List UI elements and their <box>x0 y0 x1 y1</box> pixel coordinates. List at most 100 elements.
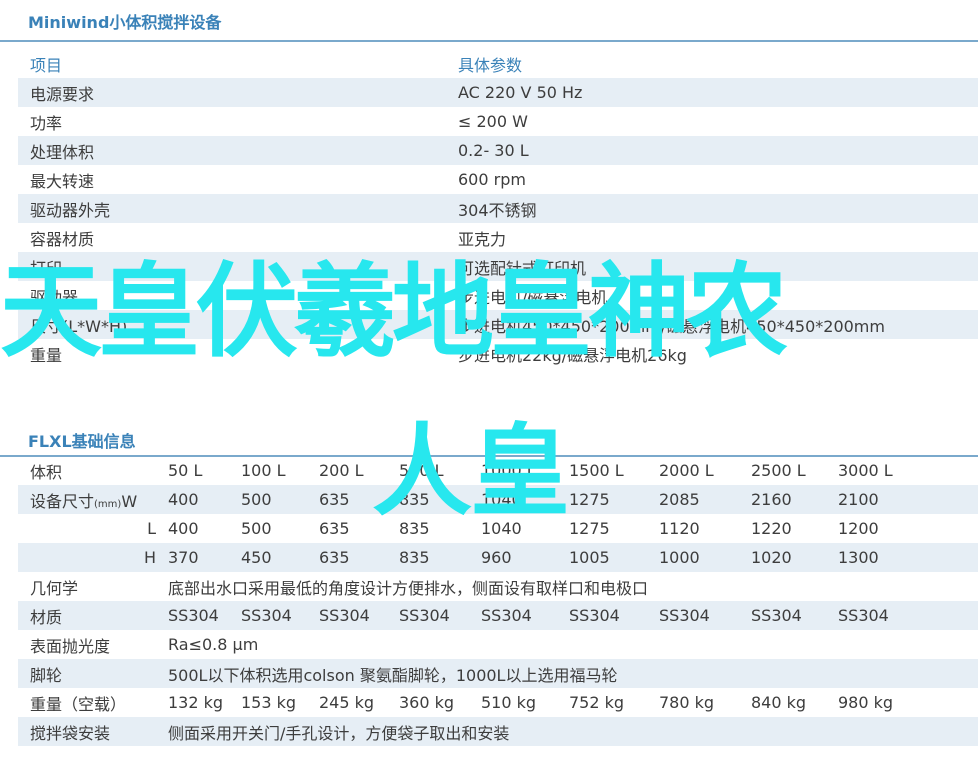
param-value: 步进电机/磁悬浮电机 <box>458 287 608 307</box>
value-cell: 50 L <box>168 461 203 480</box>
value-cell: 100 L <box>241 461 286 480</box>
wheel-row: 脚轮 500L以下体积选用colson 聚氨酯脚轮，1000L以上选用福马轮 <box>18 659 978 688</box>
row-text: 侧面采用开关门/手孔设计，方便袋子取出和安装 <box>168 717 978 746</box>
weight-row: 重量（空载） 132 kg 153 kg 245 kg 360 kg 510 kg 752 … <box>18 688 978 717</box>
spec-table-2: 体积 50 L 100 L 200 L 500 L 1000 L 1500 L 2000 L2… <box>18 456 978 746</box>
value-cell: 2085 <box>659 485 751 514</box>
size-unit: (mm) <box>94 498 122 510</box>
value-cell: 1040 <box>481 519 522 538</box>
value-cell: 370 <box>168 543 241 572</box>
value-cell: 200 L <box>319 461 364 480</box>
value-cell: 2500 L <box>751 461 806 480</box>
param-value: 304不锈钢 <box>458 194 978 223</box>
row-text: Ra≤0.8 μm <box>168 635 259 654</box>
param-name: 重量 <box>30 345 63 365</box>
value-cell: SS304 <box>241 601 319 630</box>
value-cell: 500 <box>241 485 319 514</box>
value-cell: 400 <box>168 519 199 538</box>
section1-rule <box>0 40 978 42</box>
value-cell: 1040 <box>481 485 569 514</box>
value-cell: 245 kg <box>319 693 375 712</box>
value-cell: 1005 <box>569 543 659 572</box>
spec1-row: 处理体积 0.2- 30 L <box>18 136 978 165</box>
row-label: 搅拌袋安装 <box>18 717 168 746</box>
value-cell: 980 kg <box>838 693 894 712</box>
value-cell: SS304 <box>481 601 569 630</box>
value-cell: 635 <box>319 519 350 538</box>
value-cell: 1020 <box>751 543 838 572</box>
param-value: 可选配针式打印机 <box>458 252 978 281</box>
value-cell: 780 kg <box>659 693 715 712</box>
spec1-row: 容器材质 亚克力 <box>18 223 978 252</box>
value-cell: SS304 <box>838 601 978 630</box>
value-cell: SS304 <box>319 601 399 630</box>
value-cell: SS304 <box>399 601 481 630</box>
param-name: 最大转速 <box>30 171 95 191</box>
row-label-text: 材质 <box>30 607 63 627</box>
spec1-row: 最大转速 600 rpm <box>18 165 978 194</box>
header-cell: 具体参数 <box>458 55 523 75</box>
param-name: 处理体积 <box>18 136 458 165</box>
param-value: 步进电机450*450*200mm/磁悬浮电机450*450*200mm <box>458 310 978 339</box>
value-cell: 1120 <box>659 519 700 538</box>
spec1-row: 驱动器 步进电机/磁悬浮电机 <box>18 281 978 310</box>
param-name: 驱动器 <box>30 287 79 307</box>
param-value: 步进电机22kg/磁悬浮电机26kg <box>458 345 687 365</box>
value-cell: 510 kg <box>481 693 537 712</box>
value-cell: 840 kg <box>751 693 807 712</box>
value-cell: 2000 L <box>659 461 714 480</box>
row-label: 重量（空载） <box>18 688 168 717</box>
param-value: 亚克力 <box>458 229 507 249</box>
value-cell: 1000 L <box>481 461 536 480</box>
spec1-row: 电源要求 AC 220 V 50 Hz <box>18 78 978 107</box>
row-label: H <box>18 543 168 572</box>
row-label-text: 重量（空载） <box>30 694 127 714</box>
value-cell: 132 kg <box>168 693 224 712</box>
row-label: 脚轮 <box>18 659 168 688</box>
param-name: 打印 <box>18 252 458 281</box>
spec1-row: 打印 可选配针式打印机 <box>18 252 978 281</box>
row-label: 材质 <box>18 601 168 630</box>
value-cell: 1300 <box>838 543 978 572</box>
value-cell: 1000 <box>659 543 751 572</box>
value-cell: 500 <box>241 519 272 538</box>
spec1-row: 尺寸(L*W*H) 步进电机450*450*200mm/磁悬浮电机450*450*… <box>18 310 978 339</box>
value-cell: 2160 <box>751 485 838 514</box>
value-cell: 450 <box>241 543 319 572</box>
row-label: 体积 <box>18 456 168 485</box>
param-value: 0.2- 30 L <box>458 136 978 165</box>
value-cell: 1500 L <box>569 461 624 480</box>
value-cell: 1275 <box>569 485 659 514</box>
param-name: 容器材质 <box>30 229 95 249</box>
value-cell: 835 <box>399 485 481 514</box>
value-cell: 835 <box>399 519 430 538</box>
row-label: 几何学 <box>30 578 79 598</box>
value-cell: 635 <box>319 485 399 514</box>
value-cell: 1275 <box>569 519 610 538</box>
row-label: 表面抛光度 <box>30 636 111 656</box>
spec1-header-row: 项目 具体参数 <box>18 49 978 78</box>
section1-title: Miniwind小体积搅拌设备 <box>28 13 222 32</box>
param-name: 功率 <box>30 113 63 133</box>
value-cell: 500 L <box>399 461 444 480</box>
value-cell: SS304 <box>751 601 838 630</box>
polish-row: 表面抛光度 Ra≤0.8 μm <box>18 630 978 659</box>
dimension-label: H <box>143 548 156 567</box>
value-cell: 1220 <box>751 519 792 538</box>
header-cell: 项目 <box>30 55 63 75</box>
bag-row: 搅拌袋安装 侧面采用开关门/手孔设计，方便袋子取出和安装 <box>18 717 978 746</box>
row-label: 设备尺寸(mm)W <box>18 485 168 514</box>
spec-table-1: 项目 具体参数 电源要求 AC 220 V 50 Hz 功率 ≤ 200 W 处理体积 0.2… <box>18 49 978 368</box>
size-w-row: 设备尺寸(mm)W 400 500 635 835 1040 1275 2085 2160 210… <box>18 485 978 514</box>
value-cell: 635 <box>319 543 399 572</box>
value-cell: SS304 <box>569 601 659 630</box>
row-label: L <box>18 514 168 543</box>
row-text: 500L以下体积选用colson 聚氨酯脚轮，1000L以上选用福马轮 <box>168 659 978 688</box>
section2-title: FLXL基础信息 <box>28 432 136 451</box>
dimension-label: L <box>147 519 156 538</box>
volume-row: 体积 50 L 100 L 200 L 500 L 1000 L 1500 L 2000 L 2… <box>18 456 978 485</box>
param-value: ≤ 200 W <box>458 112 528 131</box>
value-cell: 2100 <box>838 485 978 514</box>
value-cell: 400 <box>168 485 241 514</box>
value-cell: 153 kg <box>241 693 297 712</box>
